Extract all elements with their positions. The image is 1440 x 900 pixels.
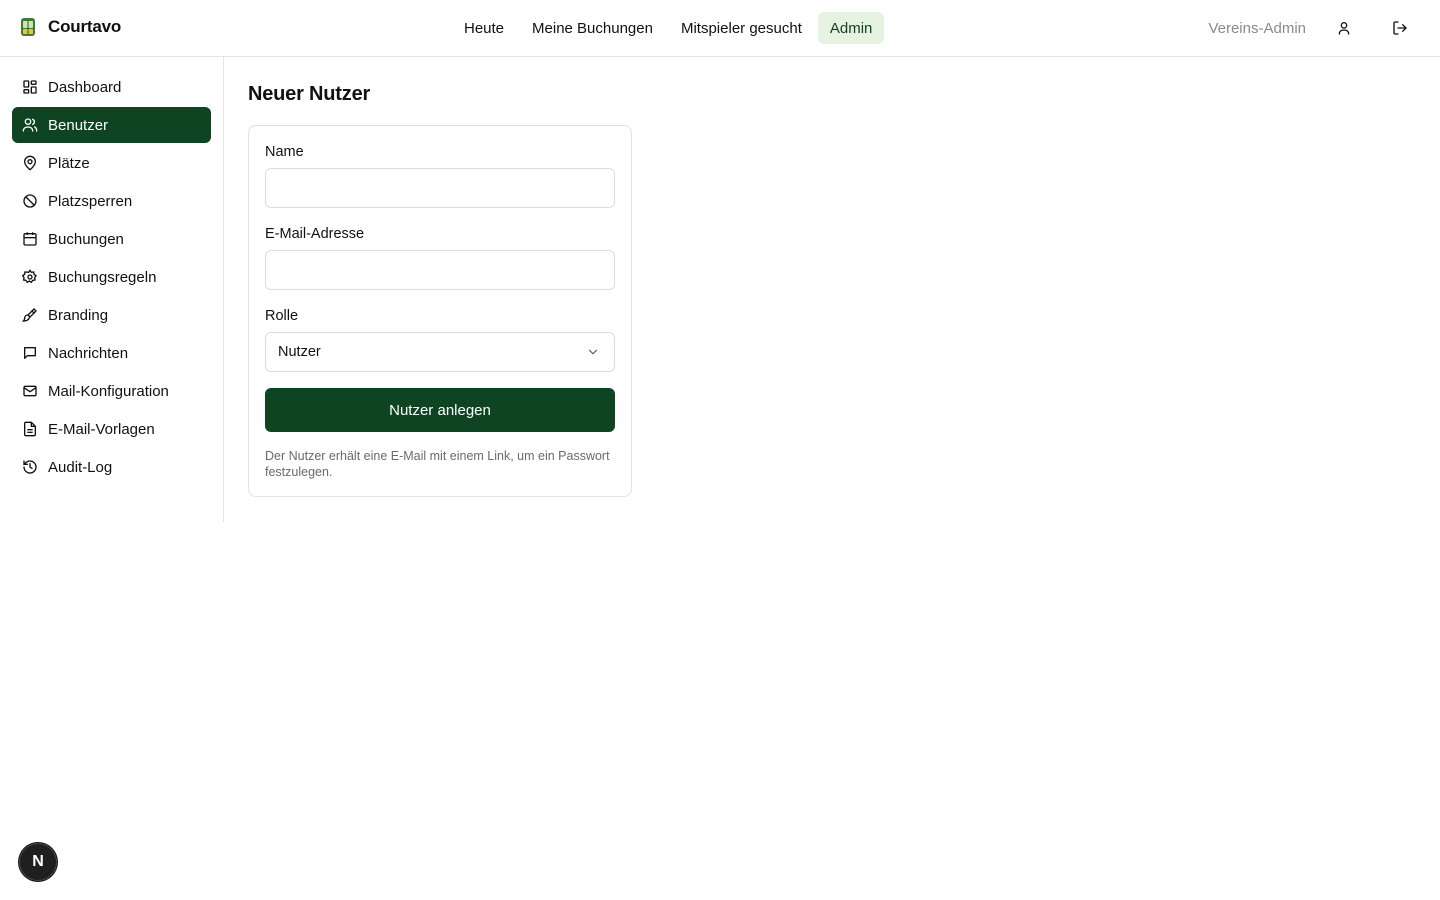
sidebar-item-audit-log[interactable]: Audit-Log (12, 449, 211, 485)
sidebar-item-plaetze[interactable]: Plätze (12, 145, 211, 181)
users-icon (22, 117, 38, 133)
topnav-item-meine-buchungen[interactable]: Meine Buchungen (520, 12, 665, 44)
sidebar-item-label: Buchungsregeln (48, 268, 157, 286)
top-nav: Heute Meine Buchungen Mitspieler gesucht… (452, 12, 888, 44)
user-icon (1338, 22, 1350, 35)
sidebar: Dashboard Benutzer Plätze Platzsperren B… (0, 57, 224, 522)
new-user-form: Name E-Mail-Adresse Rolle Nutzer Nutzer … (248, 125, 632, 497)
sidebar-item-label: Dashboard (48, 78, 122, 96)
sidebar-item-label: Buchungen (48, 230, 124, 248)
sidebar-item-buchungsregeln[interactable]: Buchungsregeln (12, 259, 211, 295)
paintbrush-icon (22, 307, 38, 323)
sidebar-item-nachrichten[interactable]: Nachrichten (12, 335, 211, 371)
sidebar-item-label: Benutzer (48, 116, 109, 134)
floating-badge[interactable]: N (19, 843, 57, 881)
chevron-down-icon (588, 349, 598, 355)
page-title: Neuer Nutzer (248, 83, 371, 105)
topnav-item-mitspieler-gesucht[interactable]: Mitspieler gesucht (669, 12, 814, 44)
map-pin-icon (22, 155, 38, 171)
role-select[interactable]: Nutzer (265, 332, 615, 372)
gear-icon (22, 269, 38, 285)
ban-icon (22, 193, 38, 209)
form-hint: Der Nutzer erhält eine E-Mail mit einem … (265, 449, 610, 479)
sidebar-item-e-mail-vorlagen[interactable]: E-Mail-Vorlagen (12, 411, 211, 447)
file-text-icon (22, 421, 38, 437)
mail-icon (22, 383, 38, 399)
sidebar-item-label: Nachrichten (48, 344, 129, 362)
sidebar-item-label: Branding (48, 306, 109, 324)
message-icon (22, 345, 38, 361)
topnav-item-admin[interactable]: Admin (817, 12, 885, 44)
sidebar-item-label: Mail-Konfiguration (48, 382, 169, 400)
email-input[interactable] (265, 250, 615, 290)
topnav-item-heute[interactable]: Heute (452, 12, 516, 44)
brand-name: Courtavo (48, 17, 122, 36)
sidebar-item-label: E-Mail-Vorlagen (48, 420, 155, 438)
floating-badge-label: N (32, 853, 44, 870)
sidebar-item-mail-konfiguration[interactable]: Mail-Konfiguration (12, 373, 211, 409)
sidebar-item-label: Platzsperren (48, 192, 133, 210)
sidebar-item-dashboard[interactable]: Dashboard (12, 69, 211, 105)
email-label: E-Mail-Adresse (265, 226, 365, 242)
name-input[interactable] (265, 168, 615, 208)
sidebar-item-buchungen[interactable]: Buchungen (12, 221, 211, 257)
header-actions: Vereins-Admin (1208, 12, 1416, 44)
logout-icon (1393, 21, 1407, 35)
brand[interactable]: Courtavo (20, 17, 121, 37)
sidebar-item-label: Plätze (48, 154, 90, 172)
logout-button[interactable] (1384, 12, 1416, 44)
dashboard-icon (22, 79, 38, 95)
role-label: Vereins-Admin (1208, 19, 1306, 37)
sidebar-item-benutzer[interactable]: Benutzer (12, 107, 211, 143)
top-bar: Courtavo Heute Meine Buchungen Mitspiele… (0, 0, 1440, 57)
role-select-value: Nutzer (278, 344, 321, 360)
brand-logo-icon (21, 18, 35, 36)
sidebar-item-branding[interactable]: Branding (12, 297, 211, 333)
sidebar-item-label: Audit-Log (48, 458, 113, 476)
history-icon (22, 459, 38, 475)
name-label: Name (265, 144, 304, 160)
sidebar-item-platzsperren[interactable]: Platzsperren (12, 183, 211, 219)
profile-button[interactable] (1328, 12, 1360, 44)
create-user-button[interactable]: Nutzer anlegen (265, 388, 615, 432)
role-field-label: Rolle (265, 308, 299, 324)
calendar-icon (22, 231, 38, 247)
